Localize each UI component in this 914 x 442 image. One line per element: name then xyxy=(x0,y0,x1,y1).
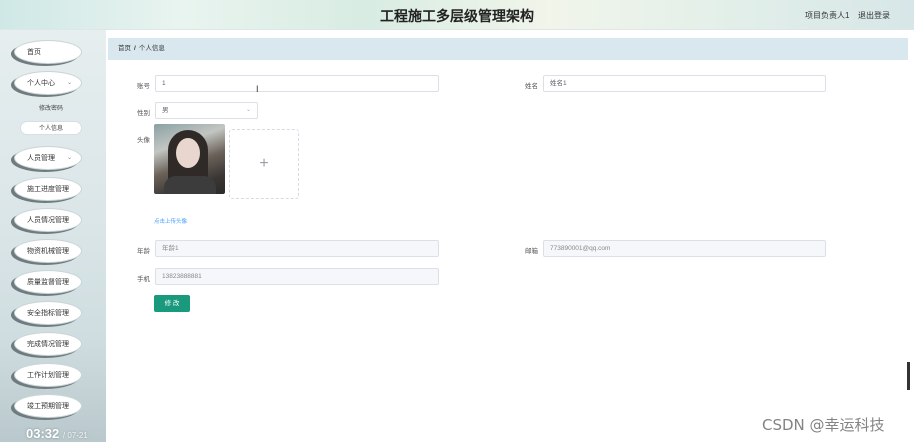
name-label: 姓名 xyxy=(525,83,538,90)
chevron-down-icon: ⌄ xyxy=(245,107,251,113)
sidebar-item-completion-forecast[interactable]: 竣工预期管理 xyxy=(14,394,82,418)
sidebar-subitem-personal-info[interactable]: 个人信息 xyxy=(20,121,82,135)
gender-label: 性别 xyxy=(137,110,150,117)
sidebar-item-personal-center[interactable]: 个人中心 ⌄ xyxy=(14,71,82,95)
sidebar-item-materials-machinery[interactable]: 物资机械管理 xyxy=(14,239,82,263)
clock: 03:32 / 07-21 xyxy=(26,426,88,441)
phone-input[interactable]: 13823888881 xyxy=(155,268,439,285)
phone-label: 手机 xyxy=(137,276,150,283)
sidebar: 首页 个人中心 ⌄ 修改密码 个人信息 人员管理 ⌄ 施工进度管理 人员情况管理… xyxy=(0,30,106,442)
sidebar-item-label: 人员管理 xyxy=(27,155,55,162)
breadcrumb-home[interactable]: 首页 xyxy=(118,45,131,52)
avatar-face xyxy=(176,138,200,168)
top-header: 工程施工多层级管理架构 项目负责人1 退出登录 xyxy=(0,0,914,30)
chevron-down-icon: ⌄ xyxy=(66,155,72,161)
plus-icon: + xyxy=(259,155,269,172)
breadcrumb-current: 个人信息 xyxy=(138,45,165,52)
email-input[interactable]: 773890001@qq.com xyxy=(543,240,826,257)
age-input[interactable]: 年龄1 xyxy=(155,240,439,257)
sidebar-item-staff[interactable]: 人员管理 ⌄ xyxy=(14,146,82,170)
avatar-label: 头像 xyxy=(137,137,150,144)
sidebar-item-label: 工作计划管理 xyxy=(27,372,69,379)
breadcrumb: 首页 / 个人信息 xyxy=(108,38,908,60)
clock-time: 03:32 xyxy=(26,426,60,441)
main-content: 首页 / 个人信息 账号 1 I 姓名 姓名1 性别 男 ⌄ 头像 + 点击上传头像… xyxy=(106,30,914,442)
age-label: 年龄 xyxy=(137,248,150,255)
avatar-upload-button[interactable]: + xyxy=(229,129,299,199)
sidebar-item-label: 质量监督管理 xyxy=(27,279,69,286)
sidebar-item-label: 完成情况管理 xyxy=(27,341,69,348)
app-title: 工程施工多层级管理架构 xyxy=(380,8,534,24)
sidebar-item-label: 施工进度管理 xyxy=(27,186,69,193)
sidebar-item-label: 安全指标管理 xyxy=(27,310,69,317)
account-input[interactable]: 1 xyxy=(155,75,439,92)
text-cursor-icon: I xyxy=(256,84,259,94)
sidebar-item-label: 个人中心 xyxy=(27,80,55,87)
sidebar-item-label: 人员情况管理 xyxy=(27,217,69,224)
breadcrumb-separator: / xyxy=(134,45,136,52)
sidebar-item-label: 首页 xyxy=(27,49,41,56)
clock-date: / 07-21 xyxy=(62,431,88,440)
sidebar-item-label: 竣工预期管理 xyxy=(27,403,69,410)
sidebar-item-construction-progress[interactable]: 施工进度管理 xyxy=(14,177,82,201)
gender-value: 男 xyxy=(162,107,169,114)
sidebar-item-work-plan[interactable]: 工作计划管理 xyxy=(14,363,82,387)
gender-select[interactable]: 男 ⌄ xyxy=(155,102,258,119)
sidebar-item-label: 物资机械管理 xyxy=(27,248,69,255)
scrollbar[interactable] xyxy=(907,362,910,390)
logout-link[interactable]: 退出登录 xyxy=(858,10,890,21)
sidebar-subitem-change-password[interactable]: 修改密码 xyxy=(20,102,82,116)
submit-button[interactable]: 修 改 xyxy=(154,295,190,312)
sidebar-item-completion-status[interactable]: 完成情况管理 xyxy=(14,332,82,356)
email-label: 邮箱 xyxy=(525,248,538,255)
chevron-down-icon: ⌄ xyxy=(66,80,72,86)
name-input[interactable]: 姓名1 xyxy=(543,75,826,92)
sidebar-item-home[interactable]: 首页 xyxy=(14,40,82,64)
avatar-image xyxy=(154,124,225,194)
upload-avatar-hint[interactable]: 点击上传头像 xyxy=(154,217,187,225)
sidebar-item-quality-supervision[interactable]: 质量监督管理 xyxy=(14,270,82,294)
sidebar-item-staff-status[interactable]: 人员情况管理 xyxy=(14,208,82,232)
avatar-shirt xyxy=(164,176,216,194)
sidebar-item-safety-index[interactable]: 安全指标管理 xyxy=(14,301,82,325)
account-label: 账号 xyxy=(137,83,150,90)
current-user-label: 项目负责人1 xyxy=(805,11,850,20)
watermark: CSDN @幸运科技 xyxy=(762,416,885,434)
